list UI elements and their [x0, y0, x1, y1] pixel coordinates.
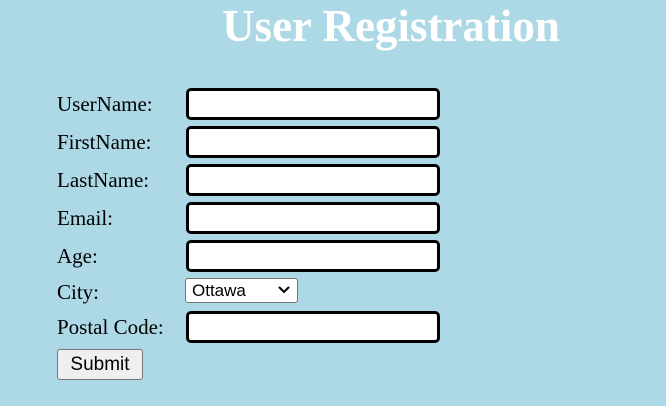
city-select-value: Ottawa [192, 281, 246, 300]
page-title: User Registration [222, 1, 560, 51]
chevron-down-icon [278, 286, 290, 294]
email-label: Email: [57, 206, 113, 230]
username-label: UserName: [57, 92, 153, 116]
firstname-input[interactable] [186, 126, 440, 158]
firstname-label: FirstName: [57, 130, 152, 154]
postal-code-input[interactable] [186, 311, 440, 343]
postal-code-label: Postal Code: [57, 315, 164, 339]
email-row: Email: [57, 202, 457, 234]
postal-code-row: Postal Code: [57, 311, 457, 343]
lastname-label: LastName: [57, 168, 150, 192]
lastname-row: LastName: [57, 164, 457, 196]
city-label: City: [57, 280, 100, 304]
city-row: City: Ottawa [57, 276, 457, 308]
username-row: UserName: [57, 88, 457, 120]
age-input[interactable] [186, 240, 440, 272]
age-row: Age: [57, 240, 457, 272]
firstname-row: FirstName: [57, 126, 457, 158]
age-label: Age: [57, 244, 98, 268]
lastname-input[interactable] [186, 164, 440, 196]
submit-button[interactable]: Submit [57, 349, 143, 380]
city-select[interactable]: Ottawa [185, 278, 298, 303]
username-input[interactable] [186, 88, 440, 120]
email-input[interactable] [186, 202, 440, 234]
